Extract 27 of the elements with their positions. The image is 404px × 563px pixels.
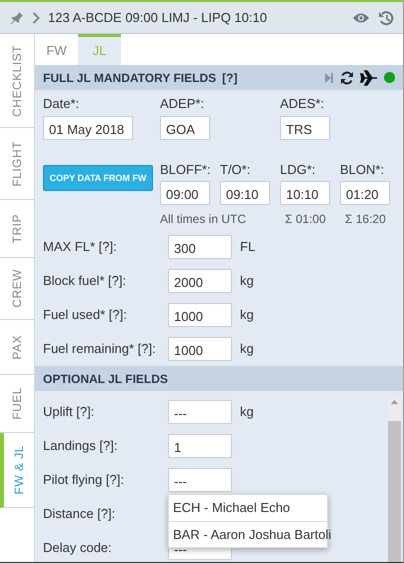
field-label: MAX FL* [?]: xyxy=(43,238,118,256)
field-label: Uplift [?]: xyxy=(43,403,96,422)
duration-total: Σ 01:00 xyxy=(284,211,327,228)
field-label: Distance [?]: xyxy=(43,505,116,524)
field-label: T/O*: xyxy=(220,160,252,178)
field-label: Fuel remaining* [?]: xyxy=(43,340,157,358)
field-label: Pilot flying [?]: xyxy=(43,471,125,490)
field-label: Delay code: xyxy=(43,539,113,558)
field-label: LDG*: xyxy=(280,160,316,178)
field-label: Date*: xyxy=(43,95,80,113)
timezone-note: All times in UTC xyxy=(160,211,248,228)
unit-label: kg xyxy=(240,272,254,290)
unit-label: kg xyxy=(240,403,254,422)
field-label: ADES*: xyxy=(280,95,326,113)
unit-label: kg xyxy=(240,306,254,324)
section-title: OPTIONAL JL FIELDS xyxy=(43,370,168,388)
field-label: Block fuel* [?]: xyxy=(43,272,128,290)
unit-label: FL xyxy=(240,238,256,256)
field-label: BLOFF*: xyxy=(160,160,212,178)
section-title: FULL JL MANDATORY FIELDS xyxy=(43,70,216,86)
field-label: Fuel used* [?]: xyxy=(43,306,128,324)
field-label: BLON*: xyxy=(340,160,386,178)
field-label: ADEP*: xyxy=(160,95,206,113)
duration-total: Σ 16:20 xyxy=(344,211,387,228)
flight-title: 123 A-BCDE 09:00 LIMJ - LIPQ 10:10 xyxy=(48,8,268,27)
field-label: Landings [?]: xyxy=(43,437,118,456)
unit-label: kg xyxy=(240,340,254,358)
